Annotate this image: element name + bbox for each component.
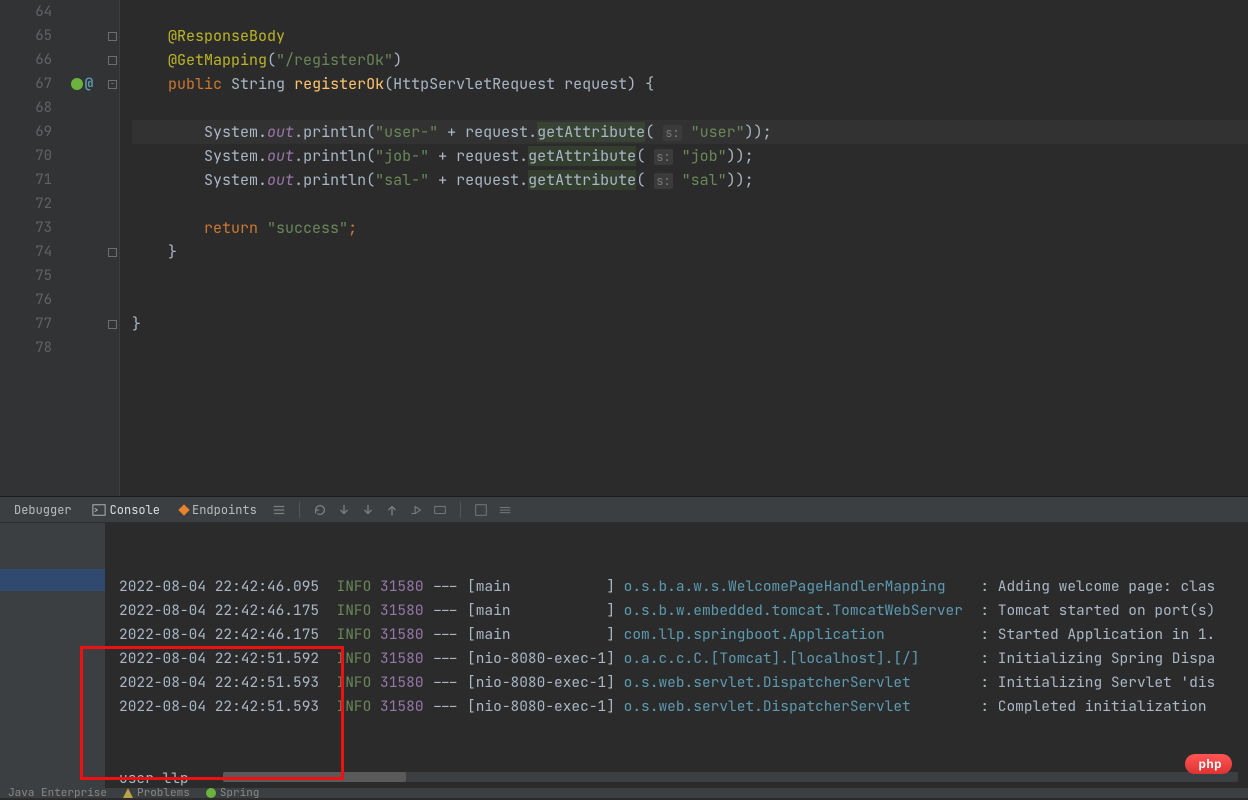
method-name: registerOk [294, 74, 384, 94]
line-number: 65 [0, 24, 52, 48]
code-editor[interactable]: 64 65 66 67 68 69 70 71 72 73 74 75 76 7… [0, 0, 1248, 496]
method-call: println [303, 170, 366, 190]
frame-icon[interactable] [432, 502, 448, 518]
string-literal: "success" [267, 218, 348, 238]
fold-handle-icon[interactable] [108, 320, 117, 329]
console-body: 2022-08-04 22:42:46.095 INFO 31580 --- [… [0, 523, 1248, 788]
tab-label: Console [110, 502, 160, 518]
mapping-icon[interactable]: @ [85, 75, 93, 93]
php-watermark-badge: php [1185, 754, 1233, 774]
debug-toolbar: Debugger Console Endpoints [0, 497, 1248, 523]
status-bar: Java Enterprise Problems Spring [0, 788, 1248, 798]
log-line: 2022-08-04 22:42:46.175 INFO 31580 --- [… [119, 623, 1248, 647]
log-line: 2022-08-04 22:42:51.593 INFO 31580 --- [… [119, 695, 1248, 719]
string-literal: "job-" [375, 146, 429, 166]
line-number: 66 [0, 48, 52, 72]
line-number: 70 [0, 144, 52, 168]
parameter-hint: s: [663, 125, 681, 141]
class-ref: System [204, 146, 258, 166]
scrollbar-thumb[interactable] [223, 772, 406, 782]
down-icon[interactable] [336, 502, 352, 518]
fold-handle-icon[interactable] [108, 248, 117, 257]
parameter-hint: s: [654, 149, 672, 165]
fold-column: - [106, 0, 120, 496]
string-literal: "sal-" [375, 170, 429, 190]
log-line: 2022-08-04 22:42:46.175 INFO 31580 --- [… [119, 599, 1248, 623]
line-number: 67 [0, 72, 52, 96]
console-output[interactable]: 2022-08-04 22:42:46.095 INFO 31580 --- [… [105, 523, 1248, 788]
method-call: println [303, 146, 366, 166]
tab-debugger[interactable]: Debugger [8, 502, 78, 518]
type: HttpServletRequest [393, 74, 555, 94]
down2-icon[interactable] [360, 502, 376, 518]
line-number: 71 [0, 168, 52, 192]
line-number: 74 [0, 240, 52, 264]
field-ref: out [267, 170, 294, 190]
line-number: 64 [0, 0, 52, 24]
spring-bean-icon[interactable] [71, 78, 83, 90]
tab-label: Endpoints [192, 502, 257, 518]
log-line: 2022-08-04 22:42:46.095 INFO 31580 --- [… [119, 575, 1248, 599]
line-number: 69 [0, 120, 52, 144]
class-ref: System [204, 170, 258, 190]
console-icon [92, 503, 106, 517]
rerun-icon[interactable] [312, 502, 328, 518]
spring-icon [206, 788, 216, 798]
step-icon[interactable] [408, 502, 424, 518]
variable: request [456, 170, 519, 190]
line-number: 78 [0, 336, 52, 360]
variable: request [456, 146, 519, 166]
line-number-gutter: 64 65 66 67 68 69 70 71 72 73 74 75 76 7… [0, 0, 58, 496]
tab-console[interactable]: Console [86, 502, 166, 518]
line-number: 76 [0, 288, 52, 312]
debug-panel: Debugger Console Endpoints 2022-08-04 22… [0, 496, 1248, 788]
class-ref: System [204, 122, 258, 142]
fold-handle-icon[interactable] [108, 32, 117, 41]
tab-label: Debugger [14, 502, 72, 518]
settings-icon[interactable] [497, 502, 513, 518]
breakpoint-highlight[interactable] [0, 569, 105, 591]
log-line: 2022-08-04 22:42:51.592 INFO 31580 --- [… [119, 647, 1248, 671]
line-number: 72 [0, 192, 52, 216]
field-ref: out [267, 146, 294, 166]
endpoints-icon [178, 504, 189, 515]
more-icon[interactable] [271, 502, 287, 518]
string-literal: "/registerOk" [276, 50, 393, 70]
code-text[interactable]: @ResponseBody @GetMapping("/registerOk")… [120, 0, 1248, 496]
line-number: 68 [0, 96, 52, 120]
method-call: println [303, 122, 366, 142]
keyword: return [204, 218, 258, 238]
horizontal-scrollbar[interactable] [223, 772, 1238, 782]
log-line: 2022-08-04 22:42:51.593 INFO 31580 --- [… [119, 671, 1248, 695]
line-number: 73 [0, 216, 52, 240]
up-icon[interactable] [384, 502, 400, 518]
line-number: 77 [0, 312, 52, 336]
variable: request [465, 122, 528, 142]
keyword: public [168, 74, 222, 94]
string-literal: "user" [691, 122, 745, 142]
string-literal: "user-" [375, 122, 438, 142]
annotation: @GetMapping [168, 50, 267, 70]
string-literal: "sal" [682, 170, 727, 190]
method-call: getAttribute [537, 122, 645, 142]
annotation: @ResponseBody [168, 26, 285, 46]
warning-icon [123, 788, 133, 798]
fold-handle-icon[interactable] [108, 56, 117, 65]
type: String [231, 74, 285, 94]
line-number: 75 [0, 264, 52, 288]
parameter-hint: s: [654, 173, 672, 189]
field-ref: out [267, 122, 294, 142]
method-call: getAttribute [528, 170, 636, 190]
tab-endpoints[interactable]: Endpoints [174, 502, 263, 518]
fold-toggle-icon[interactable]: - [108, 80, 117, 89]
evaluate-icon[interactable] [473, 502, 489, 518]
string-literal: "job" [682, 146, 727, 166]
parameter: request [564, 74, 627, 94]
console-gutter [0, 523, 105, 788]
gutter-icon-column: @ [58, 0, 106, 496]
method-call: getAttribute [528, 146, 636, 166]
